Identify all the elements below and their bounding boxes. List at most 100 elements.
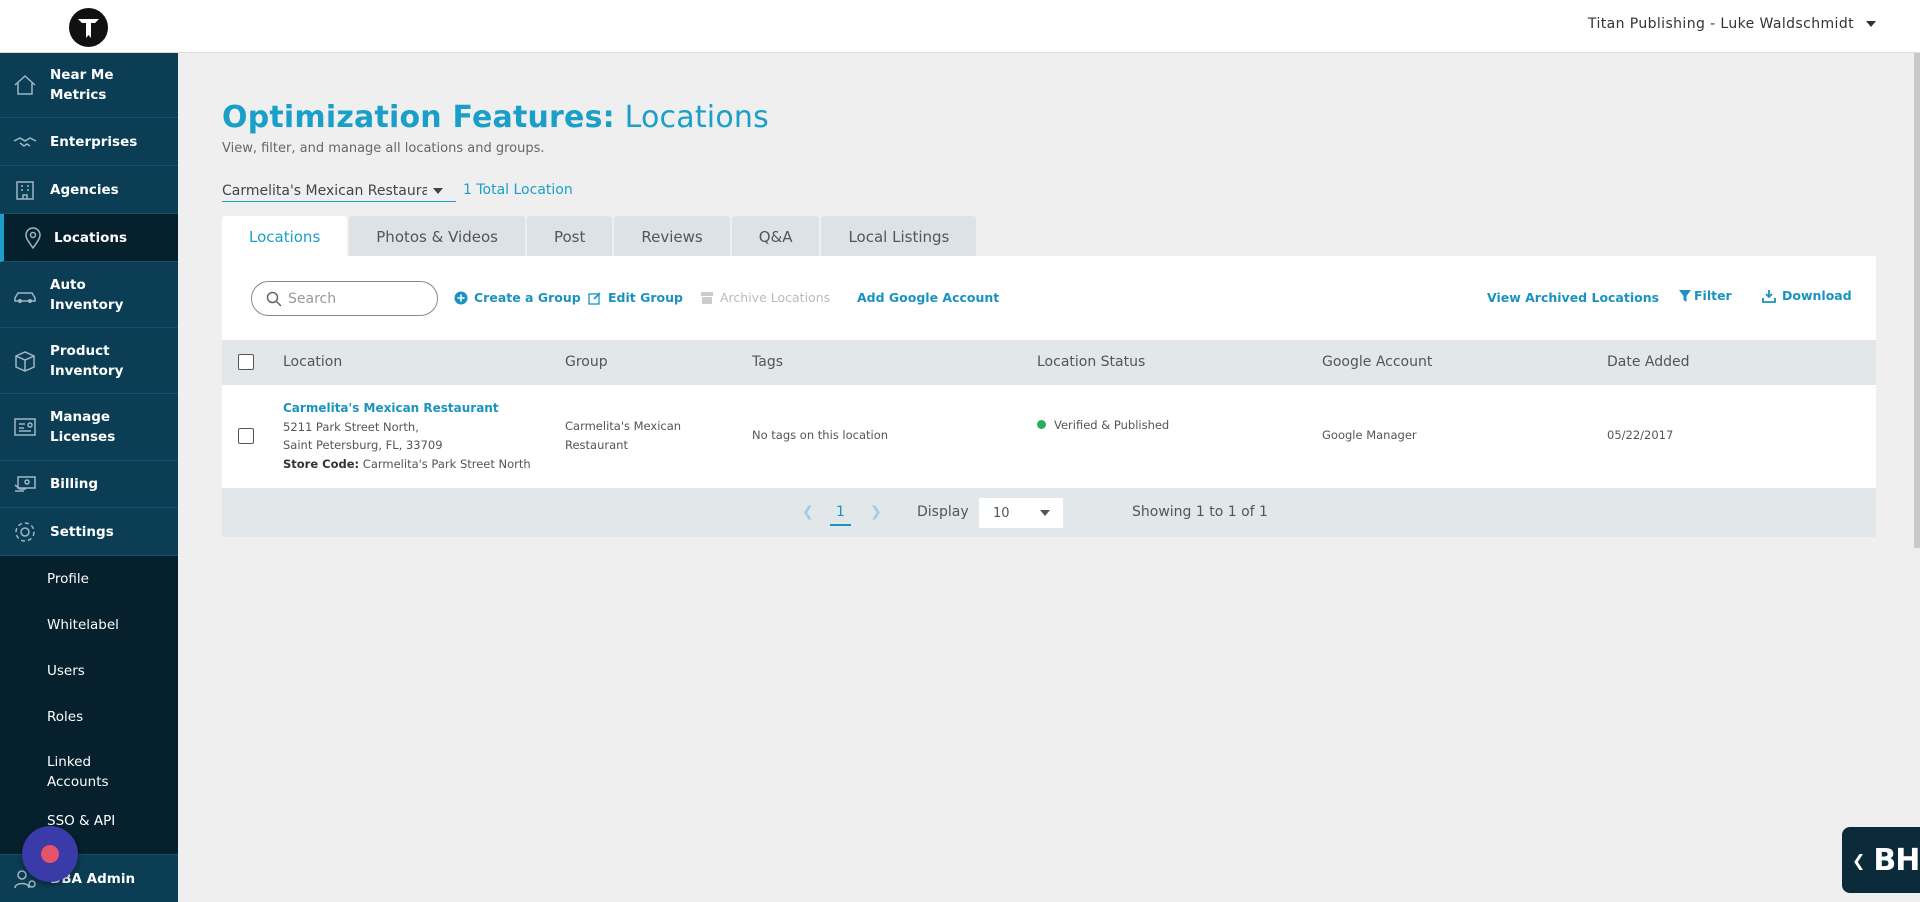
display-count-value: 10 xyxy=(993,505,1010,521)
sidebar-item-label: Locations xyxy=(54,229,127,246)
sidebar-item-enterprises[interactable]: Enterprises xyxy=(0,118,178,166)
sidebar-item-label: Enterprises xyxy=(50,133,138,150)
group-cell: Carmelita's Mexican Restaurant xyxy=(565,417,681,455)
store-code-label: Store Code: xyxy=(283,456,360,471)
billing-icon xyxy=(14,476,36,492)
tab-locations[interactable]: Locations xyxy=(222,216,348,257)
view-archived-label: View Archived Locations xyxy=(1487,290,1660,305)
chevron-left-icon: ❮ xyxy=(1852,850,1866,870)
download-icon xyxy=(1762,289,1776,303)
page-subtitle: View, filter, and manage all locations a… xyxy=(222,141,545,156)
column-header-tags[interactable]: Tags xyxy=(752,354,783,370)
store-code: Store Code: Carmelita's Park Street Nort… xyxy=(283,455,531,474)
sidebar: Near Me Metrics Enterprises Agencies Loc… xyxy=(0,53,178,902)
building-icon xyxy=(16,180,34,200)
archive-icon xyxy=(701,291,713,304)
table-row: Carmelita's Mexican Restaurant 5211 Park… xyxy=(222,385,1876,488)
column-header-location[interactable]: Location xyxy=(283,354,342,370)
select-all-checkbox[interactable] xyxy=(238,354,254,370)
sidebar-item-agencies[interactable]: Agencies xyxy=(0,166,178,214)
bh-widget-label: BH. xyxy=(1873,842,1920,878)
record-button[interactable] xyxy=(22,826,78,882)
location-address-line2: Saint Petersburg, FL, 33709 xyxy=(283,438,443,452)
record-icon xyxy=(41,845,59,863)
sidebar-subitem-users[interactable]: Users xyxy=(0,648,178,694)
column-header-location-status[interactable]: Location Status xyxy=(1037,354,1145,370)
chevron-down-icon xyxy=(1866,21,1876,27)
sidebar-item-label: Near Me Metrics xyxy=(50,67,114,103)
sidebar-item-label: Billing xyxy=(50,476,99,492)
page-title: Optimization Features: Locations xyxy=(222,100,769,135)
gear-icon xyxy=(15,521,35,542)
filter-icon xyxy=(1679,289,1691,302)
display-count-select[interactable]: 10 xyxy=(979,498,1063,528)
page-scrollbar[interactable] xyxy=(1914,53,1920,548)
sidebar-subitem-profile[interactable]: Profile xyxy=(0,556,178,602)
filter-button[interactable]: Filter xyxy=(1678,288,1732,303)
tab-qa[interactable]: Q&A xyxy=(731,216,820,257)
titan-logo-icon xyxy=(78,19,99,38)
sidebar-item-label: Agencies xyxy=(50,181,119,198)
column-header-date-added[interactable]: Date Added xyxy=(1607,354,1690,370)
chevron-down-icon xyxy=(433,187,443,194)
sidebar-item-locations[interactable]: Locations xyxy=(0,214,178,262)
plus-circle-icon xyxy=(454,291,468,304)
sidebar-item-near-me-metrics[interactable]: Near Me Metrics xyxy=(0,53,178,118)
column-header-google-account[interactable]: Google Account xyxy=(1322,354,1432,370)
tab-post[interactable]: Post xyxy=(526,216,613,257)
edit-icon xyxy=(588,291,601,305)
bh-widget-button[interactable]: ❮ BH. xyxy=(1842,827,1920,893)
sidebar-subitem-roles[interactable]: Roles xyxy=(0,694,178,740)
search-placeholder: Search xyxy=(288,290,337,307)
column-header-group[interactable]: Group xyxy=(565,354,608,370)
table-header: Location Group Tags Location Status Goog… xyxy=(222,340,1876,385)
location-name-link[interactable]: Carmelita's Mexican Restaurant xyxy=(283,399,531,418)
sidebar-item-label: Product Inventory xyxy=(50,342,124,379)
tags-cell: No tags on this location xyxy=(752,428,889,442)
sidebar-item-billing[interactable]: Billing xyxy=(0,461,178,508)
sidebar-subitem-linked-accounts[interactable]: Linked Accounts xyxy=(0,740,130,803)
tab-local-listings[interactable]: Local Listings xyxy=(821,216,977,257)
main-content: Optimization Features: Locations View, f… xyxy=(178,53,1920,902)
group-select[interactable]: Carmelita's Mexican Restaurant xyxy=(222,180,456,202)
status-text: Verified & Published xyxy=(1054,418,1170,432)
archive-locations-label: Archive Locations xyxy=(720,290,831,305)
pagination-bar: ❮ 1 ❯ Display 10 Showing 1 to 1 of 1 xyxy=(222,488,1876,537)
prev-page-icon[interactable]: ❮ xyxy=(802,504,814,520)
sidebar-subitem-whitelabel[interactable]: Whitelabel xyxy=(0,602,178,648)
page-number[interactable]: 1 xyxy=(830,504,851,526)
status-cell: Verified & Published xyxy=(1037,418,1169,432)
sidebar-item-manage-licenses[interactable]: Manage Licenses xyxy=(0,394,178,461)
box-icon xyxy=(15,350,35,372)
add-google-account-label: Add Google Account xyxy=(857,290,1000,305)
total-locations: 1 Total Location xyxy=(463,182,573,198)
sidebar-item-auto-inventory[interactable]: Auto Inventory xyxy=(0,262,178,328)
archive-locations-button[interactable]: Archive Locations xyxy=(700,290,830,305)
row-checkbox[interactable] xyxy=(238,428,254,444)
add-google-account-button[interactable]: Add Google Account xyxy=(857,290,999,305)
license-icon xyxy=(14,418,36,436)
sidebar-item-product-inventory[interactable]: Product Inventory xyxy=(0,328,178,394)
page-title-bold: Optimization Features: xyxy=(222,100,615,135)
house-icon xyxy=(14,74,36,95)
sidebar-item-label: Manage Licenses xyxy=(50,409,116,445)
create-group-button[interactable]: Create a Group xyxy=(454,290,581,305)
group-line2: Restaurant xyxy=(565,438,628,452)
app-logo[interactable] xyxy=(69,8,108,47)
filter-label: Filter xyxy=(1694,288,1732,303)
showing-count: Showing 1 to 1 of 1 xyxy=(1132,504,1268,520)
location-address-line1: 5211 Park Street North, xyxy=(283,419,419,434)
map-pin-icon xyxy=(25,226,41,249)
tab-reviews[interactable]: Reviews xyxy=(614,216,730,257)
page-title-light: Locations xyxy=(624,100,769,135)
download-button[interactable]: Download xyxy=(1762,288,1852,303)
status-dot-icon xyxy=(1037,420,1046,429)
view-archived-locations-link[interactable]: View Archived Locations xyxy=(1487,290,1659,305)
account-menu[interactable]: Titan Publishing - Luke Waldschmidt xyxy=(1588,16,1876,32)
sidebar-item-settings[interactable]: Settings xyxy=(0,508,178,556)
tab-photos-videos[interactable]: Photos & Videos xyxy=(349,216,525,257)
next-page-icon[interactable]: ❯ xyxy=(870,504,882,520)
edit-group-button[interactable]: Edit Group xyxy=(588,290,683,305)
search-input[interactable]: Search xyxy=(251,281,438,316)
download-label: Download xyxy=(1782,288,1852,303)
